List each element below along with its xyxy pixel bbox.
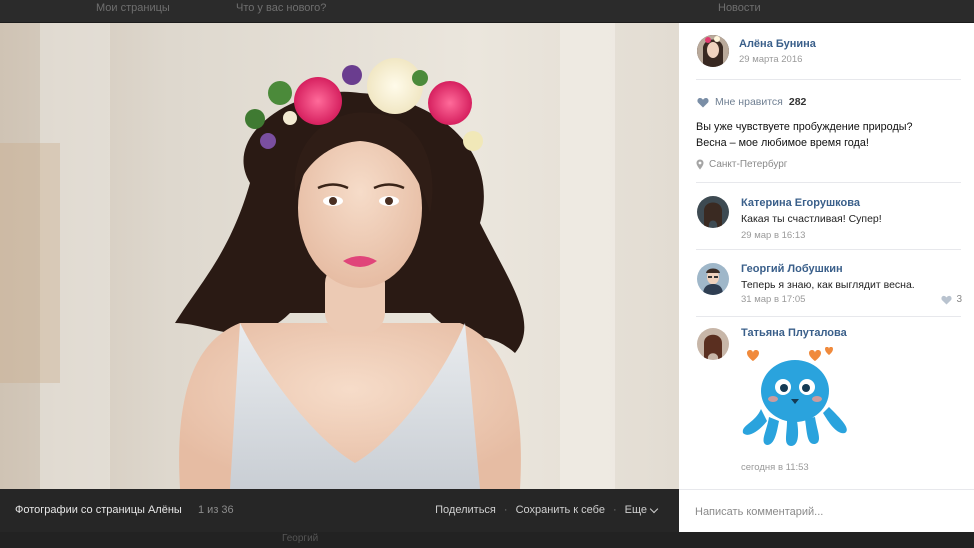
commenter-avatar[interactable]	[697, 328, 729, 360]
comment-like-count: 3	[956, 294, 962, 305]
share-button[interactable]: Поделиться	[435, 504, 496, 516]
post-date[interactable]: 29 марта 2016	[739, 54, 802, 65]
heart-icon	[941, 295, 952, 305]
divider	[696, 316, 961, 317]
more-label: Еще	[624, 504, 647, 516]
post-location[interactable]: Санкт-Петербург	[696, 159, 787, 170]
background-menu-item: Мои страницы	[96, 2, 170, 14]
likes-label: Мне нравится	[715, 96, 783, 108]
background-post-prompt: Что у вас нового?	[236, 2, 327, 14]
likes-count: 282	[788, 96, 807, 108]
heart-icon	[825, 346, 833, 355]
comment-author[interactable]: Татьяна Плуталова	[741, 327, 847, 339]
background-news-tab: Новости	[718, 2, 761, 14]
post-sidebar: Алёна Бунина 29 марта 2016 Мне нравится …	[679, 23, 974, 532]
comment-text: Какая ты счастливая! Супер!	[741, 213, 882, 225]
background-top-bar: Мои страницы Что у вас нового? Новости	[0, 0, 974, 22]
comment-author[interactable]: Георгий Лобушкин	[741, 263, 843, 275]
author-avatar[interactable]	[697, 35, 729, 67]
heart-icon	[697, 97, 709, 107]
commenter-avatar[interactable]	[697, 263, 729, 295]
commenter-avatar[interactable]	[697, 196, 729, 228]
location-pin-icon	[696, 159, 704, 170]
album-title-link[interactable]: Фотографии со страницы Алёны	[15, 504, 182, 516]
heart-icon	[747, 350, 759, 361]
location-label: Санкт-Петербург	[709, 159, 788, 170]
comment-composer	[679, 489, 974, 532]
photo-viewer: Фотографии со страницы Алёны 1 из 36 Под…	[0, 23, 679, 532]
post-text-line: Вы уже чувствуете пробуждение природы?	[696, 121, 913, 133]
background-bottom-strip: Георгий	[0, 532, 974, 548]
action-separator: ·	[612, 504, 617, 516]
post-text-line: Весна – мое любимое время года!	[696, 137, 869, 149]
chevron-down-icon	[649, 504, 659, 513]
photo-counter: 1 из 36	[198, 504, 234, 516]
comment-date[interactable]: 29 мар в 16:13	[741, 230, 805, 241]
heart-icon	[809, 350, 821, 361]
photo[interactable]	[0, 23, 679, 489]
more-menu-button[interactable]: Еще	[624, 504, 659, 516]
photo-actions: Поделиться · Сохранить к себе · Еще	[435, 504, 659, 516]
comment-date[interactable]: сегодня в 11:53	[741, 462, 809, 473]
action-separator: ·	[503, 504, 508, 516]
comment-input[interactable]	[695, 502, 960, 522]
divider	[696, 79, 961, 80]
comment-date[interactable]: 31 мар в 17:05	[741, 294, 805, 305]
divider	[696, 182, 961, 183]
post-author-name[interactable]: Алёна Бунина	[739, 38, 816, 50]
background-bottom-text: Георгий	[282, 533, 319, 544]
like-button[interactable]: Мне нравится 282	[697, 96, 806, 108]
post-text: Вы уже чувствуете пробуждение природы? В…	[696, 119, 966, 151]
comment-author[interactable]: Катерина Егорушкова	[741, 197, 860, 209]
save-to-my-photos-button[interactable]: Сохранить к себе	[516, 504, 605, 516]
photo-toolbar: Фотографии со страницы Алёны 1 из 36 Под…	[0, 489, 679, 532]
comment-like-button[interactable]: 3	[941, 294, 962, 305]
octopus-sticker	[737, 346, 853, 449]
divider	[696, 249, 961, 250]
comment-text: Теперь я знаю, как выглядит весна.	[741, 279, 915, 291]
